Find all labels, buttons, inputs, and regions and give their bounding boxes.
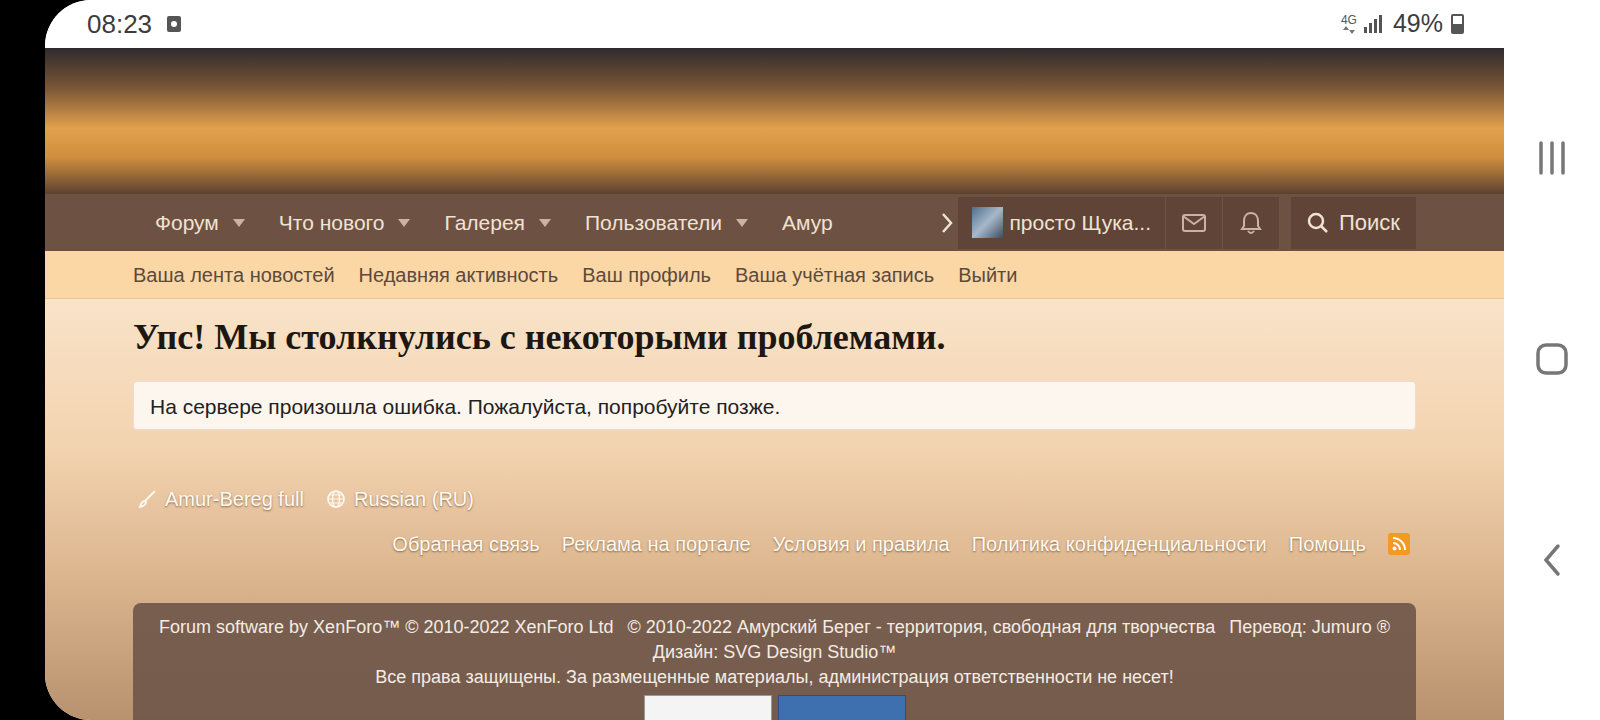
footer-link[interactable]: Помощь	[1289, 529, 1366, 559]
mail-icon[interactable]	[1165, 197, 1222, 249]
copyright-text: Forum software by XenForo™ © 2010-2022 X…	[159, 615, 614, 640]
home-icon[interactable]	[1535, 342, 1569, 376]
footer-link[interactable]: Реклама на портале	[562, 529, 751, 559]
copyright-line: Все права защищены. За размещенные матер…	[375, 665, 1174, 690]
language-chooser[interactable]: Russian (RU)	[326, 484, 474, 514]
subnav-link[interactable]: Недавняя активность	[359, 260, 559, 290]
nav-item[interactable]: Галерея	[444, 194, 585, 251]
search-button[interactable]: Поиск	[1291, 197, 1416, 249]
style-chooser[interactable]: Amur-Bereg full	[137, 484, 304, 514]
nav-item-label[interactable]: Амур	[782, 207, 833, 239]
sub-nav: Ваша лента новостей Недавняя активность Ва…	[45, 251, 1504, 299]
nav-item[interactable]: Форум	[155, 194, 279, 251]
copyright-text: Перевод: Jumuro ®	[1229, 615, 1390, 640]
mail-ru-badge[interactable]	[778, 695, 906, 720]
nav-item[interactable]: Пользователи	[585, 194, 782, 251]
header-banner	[45, 48, 1504, 194]
back-icon[interactable]	[1541, 543, 1563, 577]
caret-down-icon[interactable]	[233, 219, 245, 227]
copyright-text: © 2010-2022 Амурский Берег - территория,…	[628, 615, 1216, 640]
copyright-text: Все права защищены. За размещенные матер…	[375, 665, 1174, 690]
main-nav: Форум Что нового Галерея Пользователи Амур п…	[45, 194, 1504, 251]
footer-link[interactable]: Политика конфиденциальности	[972, 529, 1267, 559]
caret-down-icon[interactable]	[398, 219, 410, 227]
caret-down-icon[interactable]	[539, 219, 551, 227]
battery-icon	[1451, 14, 1464, 34]
copyright-line: Дизайн: SVG Design Studio™	[653, 640, 897, 665]
nav-item[interactable]: Что нового	[279, 194, 445, 251]
error-box: На сервере произошла ошибка. Пожалуйста,…	[133, 381, 1416, 430]
battery-percent: 49%	[1393, 5, 1443, 43]
nav-item-label[interactable]: Что нового	[279, 207, 385, 239]
nav-item-label[interactable]: Форум	[155, 207, 219, 239]
battery-fill	[1453, 24, 1462, 32]
user-group: просто Щука...	[958, 197, 1279, 249]
copyright-text: Дизайн: SVG Design Studio™	[653, 640, 897, 665]
subnav-link[interactable]: Ваш профиль	[582, 260, 711, 290]
copyright-line: Forum software by XenForo™ © 2010-2022 X…	[159, 615, 1390, 640]
caret-down-icon[interactable]	[736, 219, 748, 227]
counter-badge[interactable]	[644, 695, 772, 720]
language-label[interactable]: Russian (RU)	[354, 484, 474, 514]
globe-icon	[326, 489, 346, 509]
error-message: На сервере произошла ошибка. Пожалуйста,…	[150, 395, 780, 418]
style-label[interactable]: Amur-Bereg full	[165, 484, 304, 514]
user-menu[interactable]: просто Щука...	[958, 197, 1165, 249]
error-title: Упс! Мы столкнулись с некоторыми проблем…	[133, 299, 1416, 359]
scroll-right-icon[interactable]	[936, 212, 958, 234]
signal-icon	[1363, 14, 1383, 34]
search-icon	[1307, 212, 1329, 234]
screenshot-icon	[166, 15, 182, 33]
rss-icon[interactable]	[1388, 533, 1410, 555]
browser-screen: 08:23 4G 49% Форум Что нового Галерея Польз…	[45, 0, 1504, 720]
subnav-link[interactable]: Ваша лента новостей	[133, 260, 335, 290]
clock: 08:23	[87, 5, 152, 44]
status-bar: 08:23 4G 49%	[45, 0, 1504, 48]
brush-icon	[137, 489, 157, 509]
footer-links: Обратная связь Реклама на портале Условия …	[133, 528, 1416, 560]
search-label[interactable]: Поиск	[1339, 206, 1400, 239]
copyright-box: Forum software by XenForo™ © 2010-2022 X…	[133, 603, 1416, 720]
nav-item-label[interactable]: Галерея	[444, 207, 525, 239]
footer-link[interactable]: Обратная связь	[392, 529, 539, 559]
subnav-link[interactable]: Выйти	[958, 260, 1017, 290]
user-name[interactable]: просто Щука...	[1009, 207, 1151, 239]
data-arrows-icon	[1343, 26, 1355, 34]
recent-apps-icon[interactable]	[1537, 140, 1567, 176]
subnav-link[interactable]: Ваша учётная запись	[735, 260, 934, 290]
nav-item[interactable]: Амур	[782, 194, 867, 251]
nav-item-label[interactable]: Пользователи	[585, 207, 722, 239]
bell-icon[interactable]	[1222, 197, 1279, 249]
footer-link[interactable]: Условия и правила	[773, 529, 950, 559]
user-avatar	[972, 207, 1003, 238]
page-content: Упс! Мы столкнулись с некоторыми проблем…	[45, 299, 1504, 720]
network-type: 4G	[1341, 14, 1357, 26]
phone-bezel	[0, 0, 45, 720]
system-nav	[1504, 0, 1600, 720]
